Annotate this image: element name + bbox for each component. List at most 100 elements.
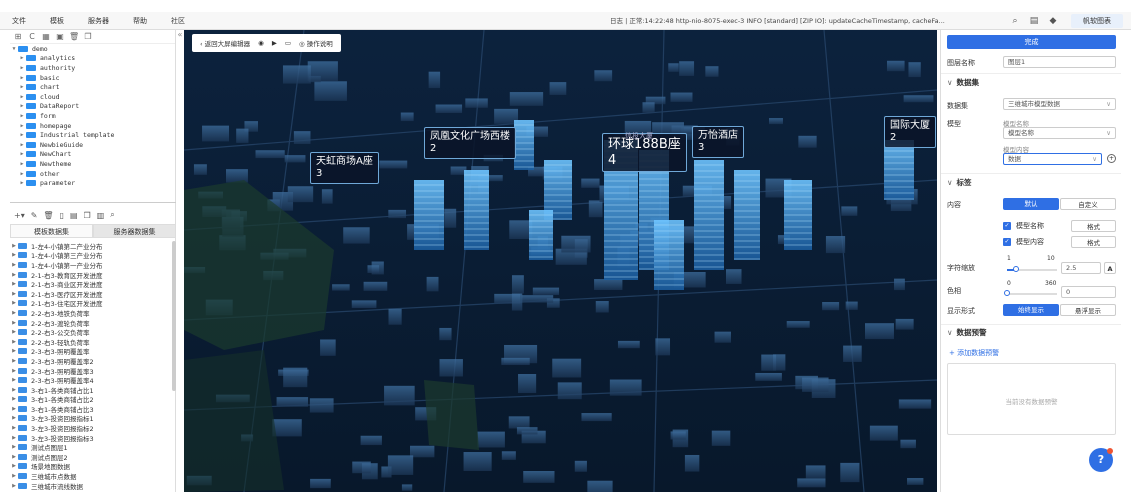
chevron-right-icon[interactable]: ▶ <box>10 281 18 287</box>
camera-icon[interactable]: ◉ <box>258 39 264 47</box>
dataset-select[interactable]: 三维城市模型数据 ∨ <box>1003 98 1116 110</box>
section-alert[interactable]: ∨ 数据预警 <box>947 327 987 338</box>
dataset-item[interactable]: ▶ 2-2-右3-轻轨负荷率 <box>10 337 170 347</box>
chevron-right-icon[interactable]: ▶ <box>10 243 18 249</box>
log-status[interactable]: 日志 | 正常:14:22:48 http-nio-8075-exec-3 IN… <box>610 12 1005 30</box>
chevron-right-icon[interactable]: ▶ <box>18 142 26 148</box>
checkbox-model-name[interactable]: ✓ <box>1003 222 1011 230</box>
search-icon[interactable]: ⌕ <box>1008 14 1022 28</box>
tree-item[interactable]: ▶ parameter <box>10 178 176 188</box>
checkbox-model-content[interactable]: ✓ <box>1003 238 1011 246</box>
chevron-right-icon[interactable]: ▶ <box>10 329 18 335</box>
tree-item[interactable]: ▶ homepage <box>10 121 176 131</box>
dataset-item[interactable]: ▶ 1-左4-小镇第三产业分布 <box>10 251 170 260</box>
tree-item[interactable]: ▶ other <box>10 169 176 179</box>
chevron-right-icon[interactable]: ▶ <box>18 55 26 61</box>
table-icon[interactable]: ▤ <box>70 211 78 220</box>
building-label[interactable]: 凤凰文化广场西楼 2 <box>424 127 516 159</box>
chevron-right-icon[interactable]: ▶ <box>18 132 26 138</box>
section-dataset[interactable]: ∨ 数据集 <box>947 77 979 88</box>
image-icon[interactable]: ▣ <box>55 32 65 42</box>
dataset-item[interactable]: ▶ 2-3-右3-照明覆盖率 <box>10 347 170 356</box>
chevron-right-icon[interactable]: ▶ <box>10 463 18 469</box>
slider-handle[interactable] <box>1004 290 1010 296</box>
add-icon[interactable]: +▾ <box>14 211 25 220</box>
help-button[interactable]: ? <box>1089 448 1113 472</box>
dataset-item[interactable]: ▶ 三维城市点数据 <box>10 471 170 481</box>
tree-item[interactable]: ▶ analytics <box>10 54 176 64</box>
chevron-right-icon[interactable]: ▶ <box>10 272 18 278</box>
chevron-right-icon[interactable]: ▶ <box>10 310 18 316</box>
section-label[interactable]: ∨ 标签 <box>947 177 972 188</box>
chevron-right-icon[interactable]: ▶ <box>18 180 26 186</box>
tab-template-dataset[interactable]: 模板数据集 <box>10 224 93 238</box>
divider[interactable] <box>10 202 176 203</box>
chevron-right-icon[interactable]: ▶ <box>10 291 18 297</box>
chevron-right-icon[interactable]: ▶ <box>10 473 18 479</box>
chevron-right-icon[interactable]: ▶ <box>10 454 18 460</box>
chevron-right-icon[interactable]: ▶ <box>10 300 18 306</box>
dataset-item[interactable]: ▶ 2-1-右3-商业区开发进度 <box>10 279 170 289</box>
chevron-right-icon[interactable]: ▶ <box>10 435 18 441</box>
chevron-right-icon[interactable]: ▶ <box>10 415 18 421</box>
new-folder-icon[interactable]: ⊞ <box>13 32 23 42</box>
chevron-right-icon[interactable]: ▶ <box>10 444 18 450</box>
help-link[interactable]: ◎ 操作说明 <box>299 38 333 48</box>
video-icon[interactable]: ▶ <box>272 39 277 47</box>
chevron-right-icon[interactable]: ▶ <box>18 171 26 177</box>
menu-community[interactable]: 社区 <box>159 16 197 26</box>
tree-item[interactable]: ▶ authority <box>10 63 176 73</box>
save-icon[interactable]: ▤ <box>1027 14 1041 28</box>
dataset-item[interactable]: ▶ 2-1-右3-教育区开发进度 <box>10 270 170 280</box>
search-icon[interactable]: ⌕ <box>110 210 114 220</box>
dataset-item[interactable]: ▶ 3-左3-投资回报指标3 <box>10 433 170 443</box>
default-button[interactable]: 默认 <box>1003 198 1059 210</box>
menu-file[interactable]: 文件 <box>0 16 38 26</box>
delete-icon[interactable]: 🗑 <box>43 211 53 220</box>
map-canvas[interactable]: ‹ 返回大屏编辑器 ◉ ▶ ▭ ◎ 操作说明 天虹商场A座 3 凤凰文化广场西楼 2… <box>184 30 937 492</box>
chevron-right-icon[interactable]: ▶ <box>10 320 18 326</box>
dataset-item[interactable]: ▶ 2-2-右3-公交负荷率 <box>10 327 170 337</box>
user-button[interactable]: 帆软图表 <box>1071 14 1123 28</box>
chevron-right-icon[interactable]: ▶ <box>10 348 18 354</box>
back-button[interactable]: ‹ 返回大屏编辑器 <box>200 38 250 48</box>
dataset-item[interactable]: ▶ 2-1-右3-医疗区开发进度 <box>10 289 170 299</box>
delete-icon[interactable]: 🗑 <box>69 32 79 42</box>
chevron-right-icon[interactable]: ▶ <box>10 262 18 268</box>
chevron-right-icon[interactable]: ▶ <box>18 94 26 100</box>
model-content-select[interactable]: 数据 ∨ <box>1003 153 1102 165</box>
copy-icon[interactable]: ❐ <box>83 32 93 42</box>
chevron-right-icon[interactable]: ▶ <box>18 151 26 157</box>
chevron-right-icon[interactable]: ▶ <box>10 425 18 431</box>
collapse-icon[interactable]: « <box>176 30 184 50</box>
building-label[interactable]: 万怡酒店 3 <box>692 126 744 158</box>
building-label[interactable]: 天虹商场A座 3 <box>310 152 379 184</box>
hue-input[interactable]: 0 <box>1061 286 1116 298</box>
screen-icon[interactable]: ▭ <box>285 39 291 47</box>
tree-item[interactable]: ▶ NewbieGuide <box>10 140 176 150</box>
tree-item[interactable]: ▶ cloud <box>10 92 176 102</box>
font-button[interactable]: A <box>1104 262 1116 274</box>
dataset-item[interactable]: ▶ 3-右1-各类商铺占比1 <box>10 385 170 395</box>
city-scene[interactable] <box>184 30 937 492</box>
chevron-right-icon[interactable]: ▶ <box>18 75 26 81</box>
dataset-item[interactable]: ▶ 三维城市流线数据 <box>10 481 170 491</box>
chevron-right-icon[interactable]: ▶ <box>10 358 18 364</box>
chevron-right-icon[interactable]: ▶ <box>10 368 18 374</box>
chevron-right-icon[interactable]: ▶ <box>18 84 26 90</box>
dataset-item[interactable]: ▶ 1-左4-小镇第二产业分布 <box>10 241 170 251</box>
format-button[interactable]: 格式 <box>1071 220 1116 232</box>
building-label[interactable]: 国际大厦 2 <box>884 116 936 148</box>
dataset-item[interactable]: ▶ 2-2-右3-渡轮负荷率 <box>10 318 170 328</box>
chevron-right-icon[interactable]: ▶ <box>18 113 26 119</box>
slider-handle[interactable] <box>1012 266 1019 272</box>
refresh-icon[interactable]: C <box>27 32 37 42</box>
dataset-item[interactable]: ▶ 测试点图层2 <box>10 452 170 462</box>
tree-item[interactable]: ▶ form <box>10 111 176 121</box>
dataset-item[interactable]: ▶ 2-2-右3-地铁负荷率 <box>10 308 170 318</box>
tree-item[interactable]: ▶ Newtheme <box>10 159 176 169</box>
tree-root[interactable]: ▼ demo <box>10 44 176 54</box>
paste-icon[interactable]: ▥ <box>97 211 105 220</box>
dataset-item[interactable]: ▶ 3-右1-各类商铺占比2 <box>10 395 170 404</box>
tree-item[interactable]: ▶ DataReport <box>10 102 176 112</box>
